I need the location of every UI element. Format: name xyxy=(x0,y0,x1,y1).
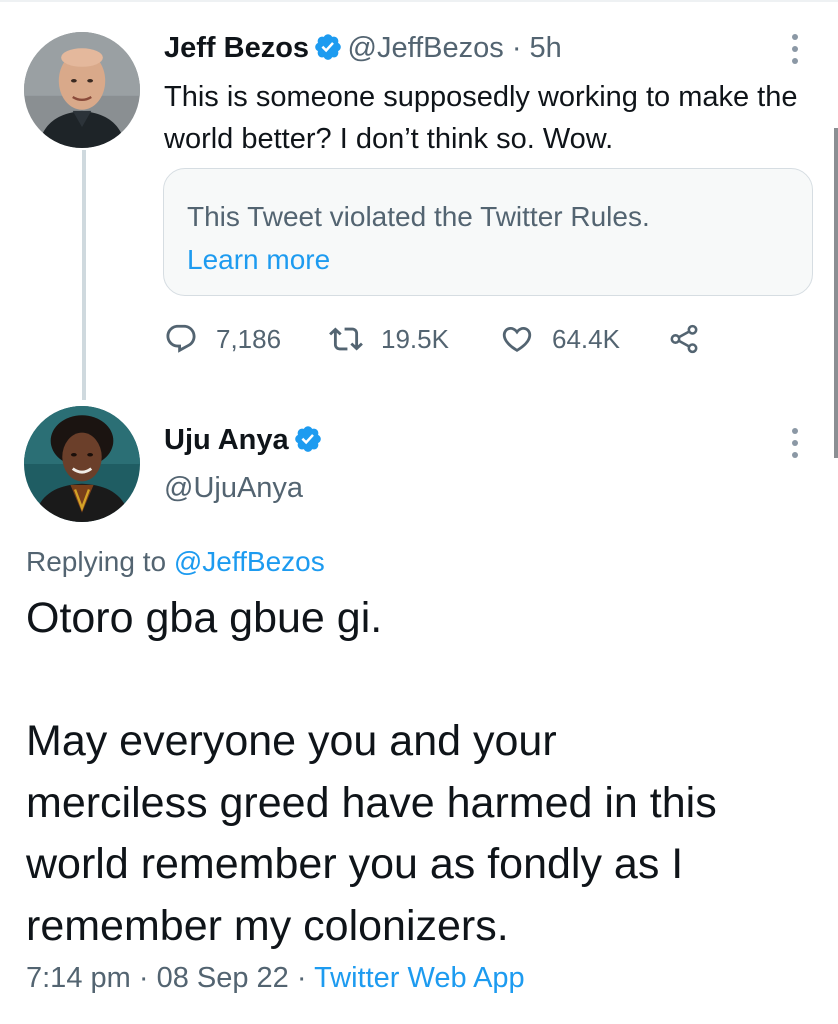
reply-author-name[interactable]: Uju Anya xyxy=(164,424,289,456)
author-name[interactable]: Jeff Bezos xyxy=(164,32,309,64)
more-icon[interactable] xyxy=(790,34,800,64)
more-icon[interactable] xyxy=(790,428,800,458)
reply-button[interactable]: 7,186 xyxy=(164,318,281,360)
author-handle[interactable]: @JeffBezos xyxy=(348,32,504,64)
replying-to-mention[interactable]: @JeffBezos xyxy=(174,546,325,577)
thread-connector-line xyxy=(82,150,86,400)
separator-dot: · xyxy=(503,32,530,64)
top-divider xyxy=(0,0,838,2)
reply-text-line: remember my colonizers. xyxy=(26,902,509,950)
like-count: 64.4K xyxy=(552,323,620,354)
like-button[interactable]: 64.4K xyxy=(500,318,620,360)
reply-icon xyxy=(166,324,196,353)
avatar-uju-anya[interactable] xyxy=(24,406,140,522)
reply-author-handle[interactable]: @UjuAnya xyxy=(164,472,303,505)
retweet-icon xyxy=(329,327,363,351)
reply-text-line: Otoro gba gbue gi. xyxy=(26,594,383,642)
scrollbar[interactable] xyxy=(834,128,838,458)
tweet-source-link[interactable]: Twitter Web App xyxy=(314,962,525,994)
reply-text-line: May everyone you and your xyxy=(26,717,557,765)
reply-author-header: Uju Anya xyxy=(164,424,323,457)
replying-to: Replying to @JeffBezos xyxy=(26,546,325,578)
retweet-button[interactable]: 19.5K xyxy=(329,318,449,360)
avatar-jeff-bezos[interactable] xyxy=(24,32,140,148)
tweet-time[interactable]: 5h xyxy=(530,32,562,64)
tweet-meta: 7:14 pm · 08 Sep 22 · Twitter Web App xyxy=(26,962,525,995)
separator-dot: · xyxy=(130,962,157,994)
reply-text-line: merciless greed have harmed in this xyxy=(26,779,717,827)
separator-dot: · xyxy=(288,962,315,994)
share-button[interactable] xyxy=(667,318,701,360)
retweet-count: 19.5K xyxy=(381,323,449,354)
tweet-text: This is someone supposedly working to ma… xyxy=(164,81,798,155)
learn-more-link[interactable]: Learn more xyxy=(187,237,330,283)
reply-text-line: world remember you as fondly as I xyxy=(26,840,684,888)
tweet-date[interactable]: 08 Sep 22 xyxy=(157,962,289,994)
avatar-uju-anya-image xyxy=(24,406,140,522)
replying-to-prefix: Replying to xyxy=(26,546,174,577)
tweet-time[interactable]: 7:14 pm xyxy=(26,962,131,994)
share-icon xyxy=(670,324,698,354)
violation-notice: This Tweet violated the Twitter Rules. L… xyxy=(163,168,813,296)
parent-tweet-header: Jeff Bezos @JeffBezos · 5h xyxy=(164,32,562,65)
avatar-jeff-bezos-image xyxy=(24,32,140,148)
verified-badge-icon xyxy=(313,32,343,62)
like-icon xyxy=(502,326,532,352)
verified-badge-icon xyxy=(293,424,323,454)
reply-count: 7,186 xyxy=(216,323,282,354)
violation-notice-text: This Tweet violated the Twitter Rules. xyxy=(187,201,650,232)
